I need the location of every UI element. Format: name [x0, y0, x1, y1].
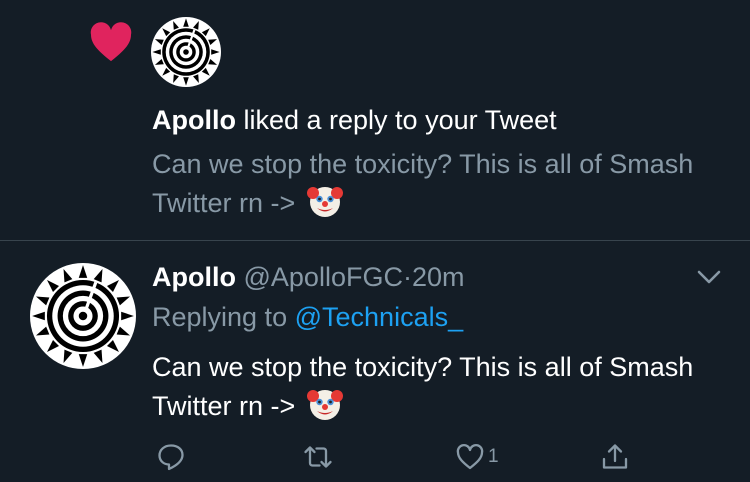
tweet-time[interactable]: 20m — [412, 262, 465, 292]
replying-prefix: Replying to — [152, 302, 288, 332]
replying-mention[interactable]: @Technicals_ — [295, 302, 464, 332]
notification-title: Apollo liked a reply to your Tweet — [152, 102, 557, 138]
heart-icon — [90, 22, 132, 62]
like-count: 1 — [488, 446, 499, 467]
like-button[interactable]: 1 — [455, 441, 499, 473]
retweet-button[interactable] — [303, 441, 333, 473]
tweet[interactable]: Apollo @ApolloFGC·20m Replying to @Techn… — [0, 241, 750, 482]
notification-body-text: Can we stop the toxicity? This is all of… — [152, 149, 694, 218]
retweet-icon — [304, 446, 332, 468]
author-name[interactable]: Apollo — [152, 262, 236, 292]
replying-to: Replying to @Technicals_ — [152, 299, 463, 335]
actor-name[interactable]: Apollo — [152, 105, 236, 135]
clown-face-emoji — [307, 386, 343, 422]
notification-action: liked a reply to your Tweet — [235, 105, 557, 135]
avatar[interactable] — [151, 17, 221, 87]
tweet-body: Can we stop the toxicity? This is all of… — [152, 352, 694, 421]
tweet-text: Can we stop the toxicity? This is all of… — [152, 348, 712, 425]
like-notification[interactable]: Apollo liked a reply to your Tweet Can w… — [0, 0, 750, 240]
reply-icon — [158, 444, 184, 471]
share-button[interactable] — [600, 441, 630, 473]
chevron-down-icon[interactable] — [696, 267, 722, 287]
avatar[interactable] — [30, 263, 136, 369]
separator: · — [402, 262, 412, 292]
like-icon — [456, 444, 484, 470]
author-handle[interactable]: @ApolloFGC — [244, 262, 403, 292]
share-icon — [602, 444, 628, 469]
reply-button[interactable] — [156, 441, 186, 473]
clown-face-emoji — [307, 183, 343, 219]
tweet-header: Apollo @ApolloFGC·20m — [152, 259, 465, 295]
notification-tweet-preview: Can we stop the toxicity? This is all of… — [152, 146, 712, 222]
